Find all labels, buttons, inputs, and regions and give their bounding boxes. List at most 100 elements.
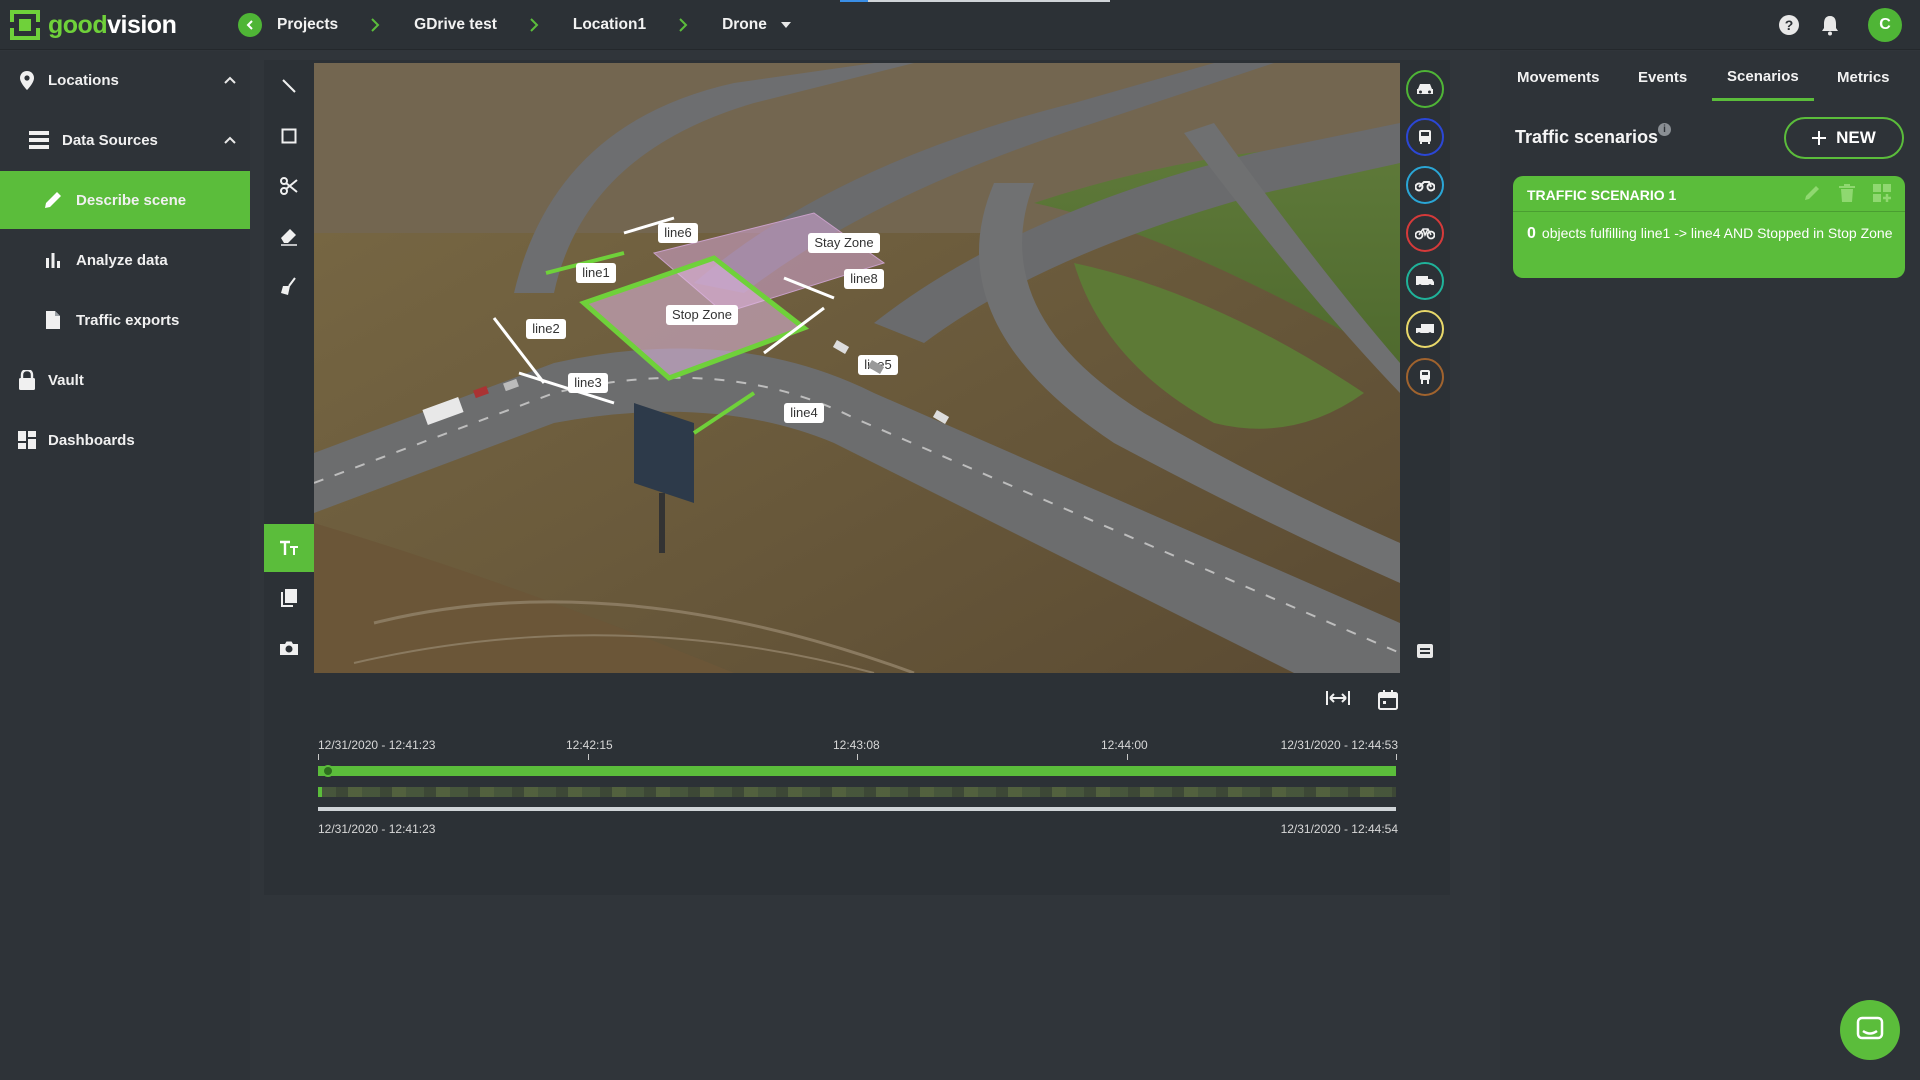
top-bar: goodvision Projects GDrive test Location…: [0, 0, 1920, 50]
cut-tool-button[interactable]: [264, 162, 314, 210]
line-label-line6: line6: [658, 223, 698, 243]
motorcycle-icon: [1415, 181, 1435, 192]
eraser-icon: [281, 229, 297, 246]
scissors-icon: [280, 177, 298, 195]
scenario-text: objects fulfilling line1 -> line4 AND St…: [1541, 225, 1893, 241]
tab-metrics[interactable]: Metrics: [1837, 69, 1890, 86]
scenario-actions: [1803, 184, 1893, 202]
trash-icon[interactable]: [1839, 184, 1855, 202]
chevron-right-icon: [530, 18, 539, 32]
snapshot-tool-button[interactable]: [264, 624, 314, 672]
new-scenario-button[interactable]: NEW: [1784, 117, 1904, 159]
tab-scenarios[interactable]: Scenarios: [1727, 68, 1799, 85]
timeline-actions: [1326, 690, 1398, 710]
duplicate-icon[interactable]: [1873, 184, 1893, 202]
range-start-label: 12/31/2020 - 12:41:23: [318, 822, 436, 836]
logo-mark-icon: [10, 10, 40, 40]
info-icon[interactable]: i: [1658, 123, 1671, 136]
clear-tool-button[interactable]: [264, 262, 314, 310]
file-icon: [42, 309, 64, 331]
sidebar-item-locations[interactable]: Locations: [0, 51, 250, 109]
svg-text:line6: line6: [664, 225, 691, 240]
back-button[interactable]: [238, 13, 262, 37]
tab-movements[interactable]: Movements: [1517, 69, 1600, 86]
breadcrumb-projects[interactable]: Projects: [277, 16, 338, 34]
class-filter-pedestrian[interactable]: [1406, 358, 1444, 396]
sidebar-item-vault[interactable]: Vault: [0, 351, 250, 409]
scenario-count: 0: [1527, 225, 1536, 242]
plus-icon: [1812, 131, 1827, 145]
car-icon: [1417, 84, 1433, 94]
class-filter-bicycle[interactable]: [1406, 214, 1444, 252]
class-filter-motorcycle[interactable]: [1406, 166, 1444, 204]
sidebar-item-dashboards[interactable]: Dashboards: [0, 411, 250, 469]
class-filter-truck[interactable]: [1406, 310, 1444, 348]
timeline-playhead[interactable]: [322, 765, 334, 777]
calendar-icon[interactable]: [1378, 690, 1398, 710]
range-end-label: 12/31/2020 - 12:44:54: [1280, 822, 1398, 836]
chevron-right-icon: [371, 18, 380, 32]
scenario-card[interactable]: TRAFFIC SCENARIO 1 0 objects fulfilling l…: [1513, 176, 1905, 278]
class-filter-bus[interactable]: [1406, 118, 1444, 156]
bell-icon[interactable]: [1820, 14, 1840, 36]
bar-chart-icon: [42, 249, 64, 271]
panel-tabs: Movements Events Scenarios Metrics: [1500, 51, 1920, 101]
chevron-up-icon: [224, 76, 236, 84]
right-panel: Movements Events Scenarios Metrics Traff…: [1500, 51, 1920, 1080]
pencil-icon: [42, 189, 64, 211]
sidebar-item-analyze-data[interactable]: Analyze data: [0, 231, 250, 289]
line-label-line2: line2: [526, 319, 566, 339]
breadcrumb-drone[interactable]: Drone: [722, 16, 767, 34]
support-chat-button[interactable]: [1840, 1000, 1900, 1060]
scenario-name: TRAFFIC SCENARIO 1: [1527, 187, 1677, 203]
breadcrumb: Projects GDrive test Location1 Drone: [238, 12, 791, 38]
dashboard-icon: [16, 429, 38, 451]
svg-text:line1: line1: [582, 265, 609, 280]
sidebar-item-data-sources[interactable]: Data Sources: [0, 111, 250, 169]
active-tab-indicator: [1712, 98, 1814, 101]
line-label-line1: line1: [576, 263, 616, 283]
server-icon: [28, 129, 50, 151]
svg-text:Stay Zone: Stay Zone: [814, 235, 873, 250]
copy-icon: [281, 589, 297, 607]
zone-label-stay-zone: Stay Zone: [808, 233, 880, 253]
sidebar-item-describe-scene[interactable]: Describe scene: [0, 171, 250, 229]
camera-icon: [280, 641, 298, 655]
breadcrumb-gdrive-test[interactable]: GDrive test: [414, 16, 497, 34]
help-icon[interactable]: ?: [1778, 14, 1800, 36]
scene-video-frame[interactable]: line1 line2 line3 line4 line5 line6 line…: [314, 63, 1400, 673]
bus-icon: [1419, 130, 1431, 144]
fit-width-icon[interactable]: [1326, 690, 1350, 706]
sidebar-item-traffic-exports[interactable]: Traffic exports: [0, 291, 250, 349]
svg-text:line3: line3: [574, 375, 601, 390]
goodvision-logo[interactable]: goodvision: [10, 10, 177, 40]
line-tool-button[interactable]: [264, 62, 314, 110]
line-label-line4: line4: [784, 403, 824, 423]
timeline-tick-label: 12:42:15: [566, 738, 613, 752]
timeline-overview-bar[interactable]: [318, 807, 1396, 811]
edit-icon[interactable]: [1803, 184, 1821, 202]
user-avatar[interactable]: C: [1868, 8, 1902, 42]
svg-text:line4: line4: [790, 405, 817, 420]
breadcrumb-location1[interactable]: Location1: [573, 16, 646, 34]
left-sidebar: Locations Data Sources Describe scene An…: [0, 51, 250, 1080]
eraser-tool-button[interactable]: [264, 212, 314, 260]
caret-down-icon[interactable]: [780, 22, 791, 28]
loading-progress: [840, 0, 1110, 2]
class-filter-toggle[interactable]: [1416, 642, 1434, 665]
class-filter-car[interactable]: [1406, 70, 1444, 108]
line-label-line3: line3: [568, 373, 608, 393]
class-filter-van[interactable]: [1406, 262, 1444, 300]
timeline-range-bar[interactable]: [318, 766, 1396, 776]
logo-text: goodvision: [48, 10, 177, 39]
aerial-scene-image: line1 line2 line3 line4 line5 line6 line…: [314, 63, 1400, 673]
timeline-tick-label: 12:43:08: [833, 738, 880, 752]
tab-events[interactable]: Events: [1638, 69, 1687, 86]
zone-tool-button[interactable]: [264, 112, 314, 160]
text-tool-button[interactable]: [264, 524, 314, 572]
square-icon: [281, 128, 297, 144]
chevron-right-icon: [679, 18, 688, 32]
bicycle-icon: [1415, 228, 1435, 240]
copy-tool-button[interactable]: [264, 574, 314, 622]
svg-text:line2: line2: [532, 321, 559, 336]
